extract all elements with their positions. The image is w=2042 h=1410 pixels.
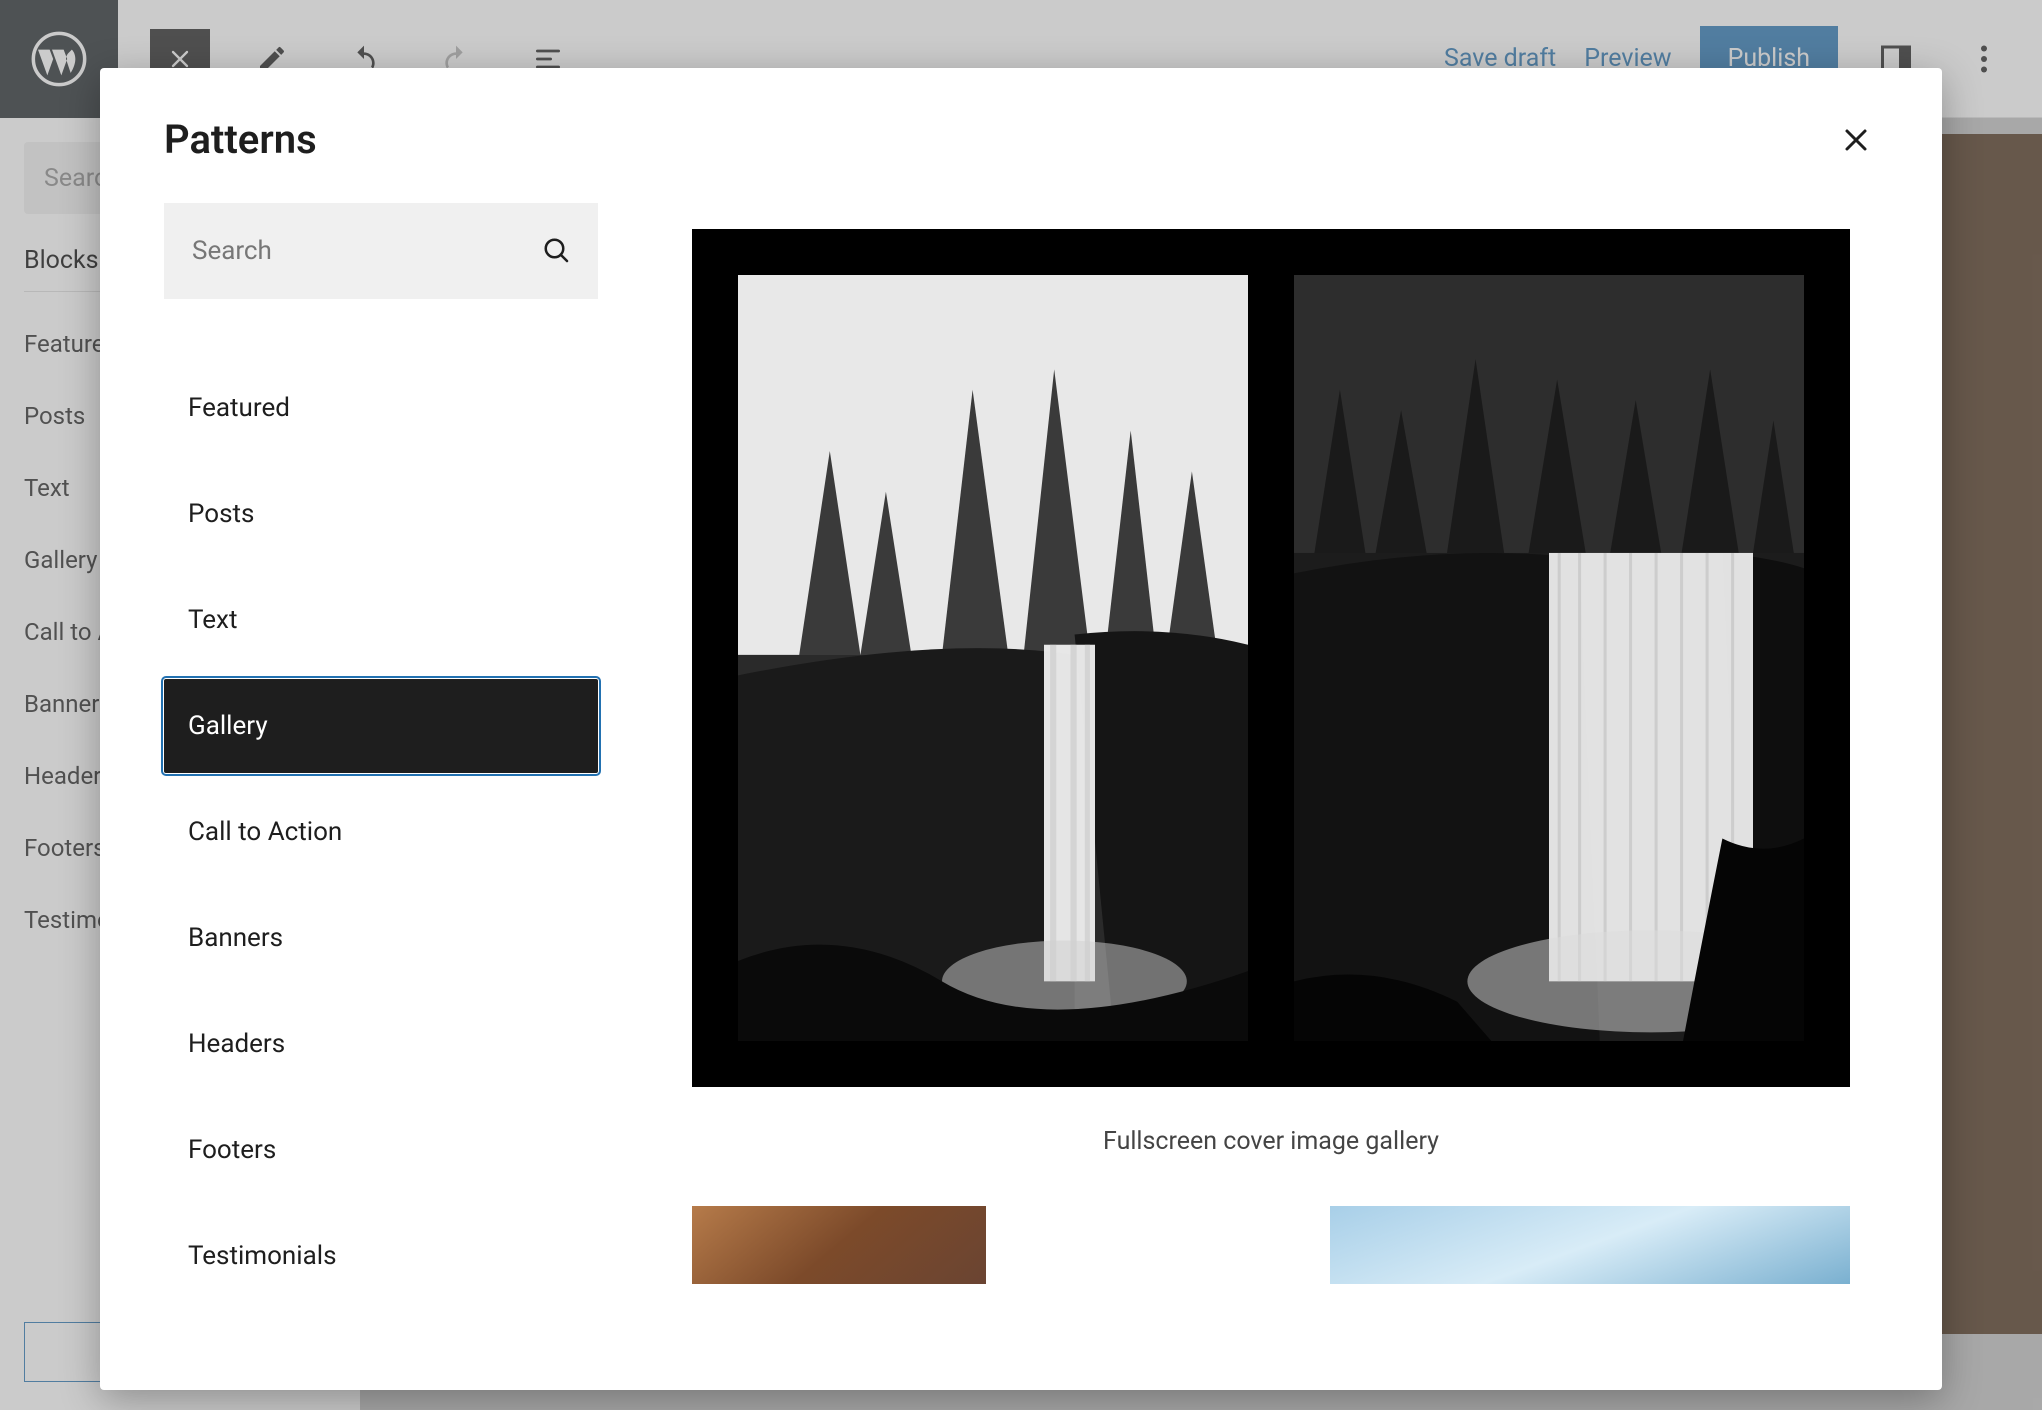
close-icon	[1838, 122, 1874, 158]
pattern-label: Fullscreen cover image gallery	[692, 1087, 1850, 1206]
pattern-card[interactable]: Fullscreen cover image gallery	[692, 229, 1850, 1284]
pattern-search-input[interactable]	[192, 236, 570, 266]
pattern-thumb-1[interactable]	[692, 1206, 986, 1284]
category-testimonials[interactable]: Testimonials	[164, 1209, 598, 1303]
modal-close-button[interactable]	[1834, 118, 1878, 162]
pattern-thumb-2[interactable]	[1330, 1206, 1850, 1284]
patterns-modal: Patterns Featured Posts Text Gallery Cal…	[100, 68, 1942, 1390]
modal-title: Patterns	[164, 116, 317, 163]
pattern-row-secondary	[692, 1206, 1850, 1284]
pattern-image-left	[738, 275, 1248, 1041]
modal-sidebar: Featured Posts Text Gallery Call to Acti…	[164, 203, 598, 1390]
category-call-to-action[interactable]: Call to Action	[164, 785, 598, 879]
category-list: Featured Posts Text Gallery Call to Acti…	[164, 361, 598, 1303]
modal-content: Fullscreen cover image gallery	[598, 203, 1878, 1390]
category-banners[interactable]: Banners	[164, 891, 598, 985]
category-featured[interactable]: Featured	[164, 361, 598, 455]
category-gallery[interactable]: Gallery	[164, 679, 598, 773]
category-footers[interactable]: Footers	[164, 1103, 598, 1197]
pattern-image-right	[1294, 275, 1804, 1041]
pattern-preview	[692, 229, 1850, 1087]
category-headers[interactable]: Headers	[164, 997, 598, 1091]
category-text[interactable]: Text	[164, 573, 598, 667]
pattern-search[interactable]	[164, 203, 598, 299]
category-posts[interactable]: Posts	[164, 467, 598, 561]
search-icon	[542, 236, 572, 266]
